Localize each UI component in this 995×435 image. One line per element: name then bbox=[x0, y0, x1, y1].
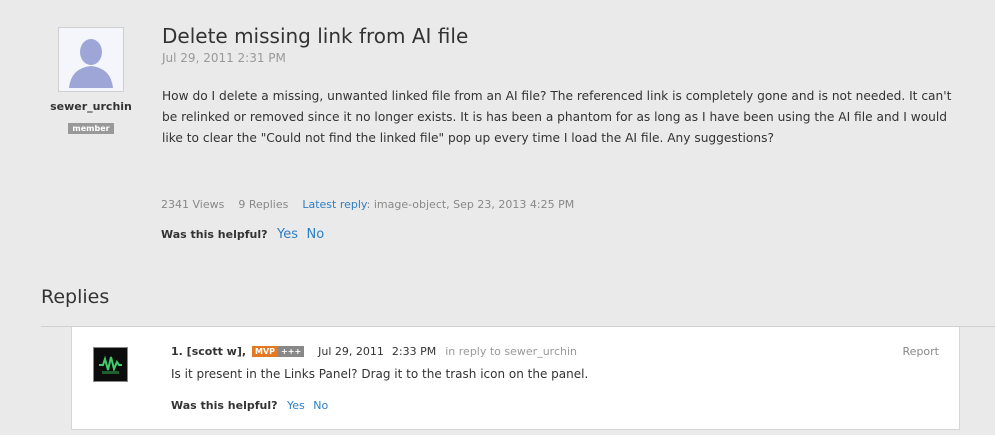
in-reply-to[interactable]: in reply to sewer_urchin bbox=[445, 345, 577, 358]
reply-helpful-no-button[interactable]: No bbox=[313, 399, 328, 412]
reply-card: 1. [scott w], MVP +++ Jul 29, 2011 2:33 … bbox=[71, 327, 960, 430]
author-name[interactable]: sewer_urchin bbox=[40, 100, 142, 113]
reply-helpful-label: Was this helpful? bbox=[171, 399, 278, 412]
question-title: Delete missing link from AI file bbox=[162, 24, 469, 48]
reply-helpful-yes-button[interactable]: Yes bbox=[287, 399, 305, 412]
member-badge: member bbox=[68, 123, 114, 134]
mvp-label: MVP bbox=[252, 346, 279, 357]
question-meta: 2341 Views 9 Replies Latest reply: image… bbox=[161, 198, 574, 211]
author-avatar[interactable] bbox=[58, 27, 124, 92]
report-link[interactable]: Report bbox=[903, 345, 939, 358]
reply-author[interactable]: 1. [scott w], bbox=[171, 345, 246, 358]
helpful-label: Was this helpful? bbox=[161, 228, 268, 241]
reply-date: Jul 29, 2011 bbox=[318, 345, 384, 358]
latest-reply-info: : image-object, Sep 23, 2013 4:25 PM bbox=[366, 198, 575, 211]
mvp-badge: MVP +++ bbox=[252, 346, 305, 357]
waveform-icon bbox=[99, 355, 122, 374]
question-helpful: Was this helpful? Yes No bbox=[161, 227, 324, 242]
replies-heading: Replies bbox=[41, 286, 110, 308]
reply-body: Is it present in the Links Panel? Drag i… bbox=[171, 367, 589, 381]
latest-reply-link[interactable]: Latest reply bbox=[302, 198, 366, 211]
helpful-no-button[interactable]: No bbox=[306, 227, 324, 242]
views-count: 2341 Views bbox=[161, 198, 225, 211]
mvp-plus: +++ bbox=[278, 346, 305, 357]
reply-header: 1. [scott w], MVP +++ Jul 29, 2011 2:33 … bbox=[171, 345, 577, 358]
replies-count: 9 Replies bbox=[238, 198, 289, 211]
question-body: How do I delete a missing, unwanted link… bbox=[162, 89, 952, 145]
reply-time: 2:33 PM bbox=[391, 345, 437, 358]
default-user-icon bbox=[59, 28, 123, 91]
reply-avatar[interactable] bbox=[93, 347, 128, 382]
helpful-yes-button[interactable]: Yes bbox=[277, 227, 298, 242]
reply-helpful: Was this helpful? Yes No bbox=[171, 399, 328, 412]
question-date: Jul 29, 2011 2:31 PM bbox=[162, 51, 286, 65]
